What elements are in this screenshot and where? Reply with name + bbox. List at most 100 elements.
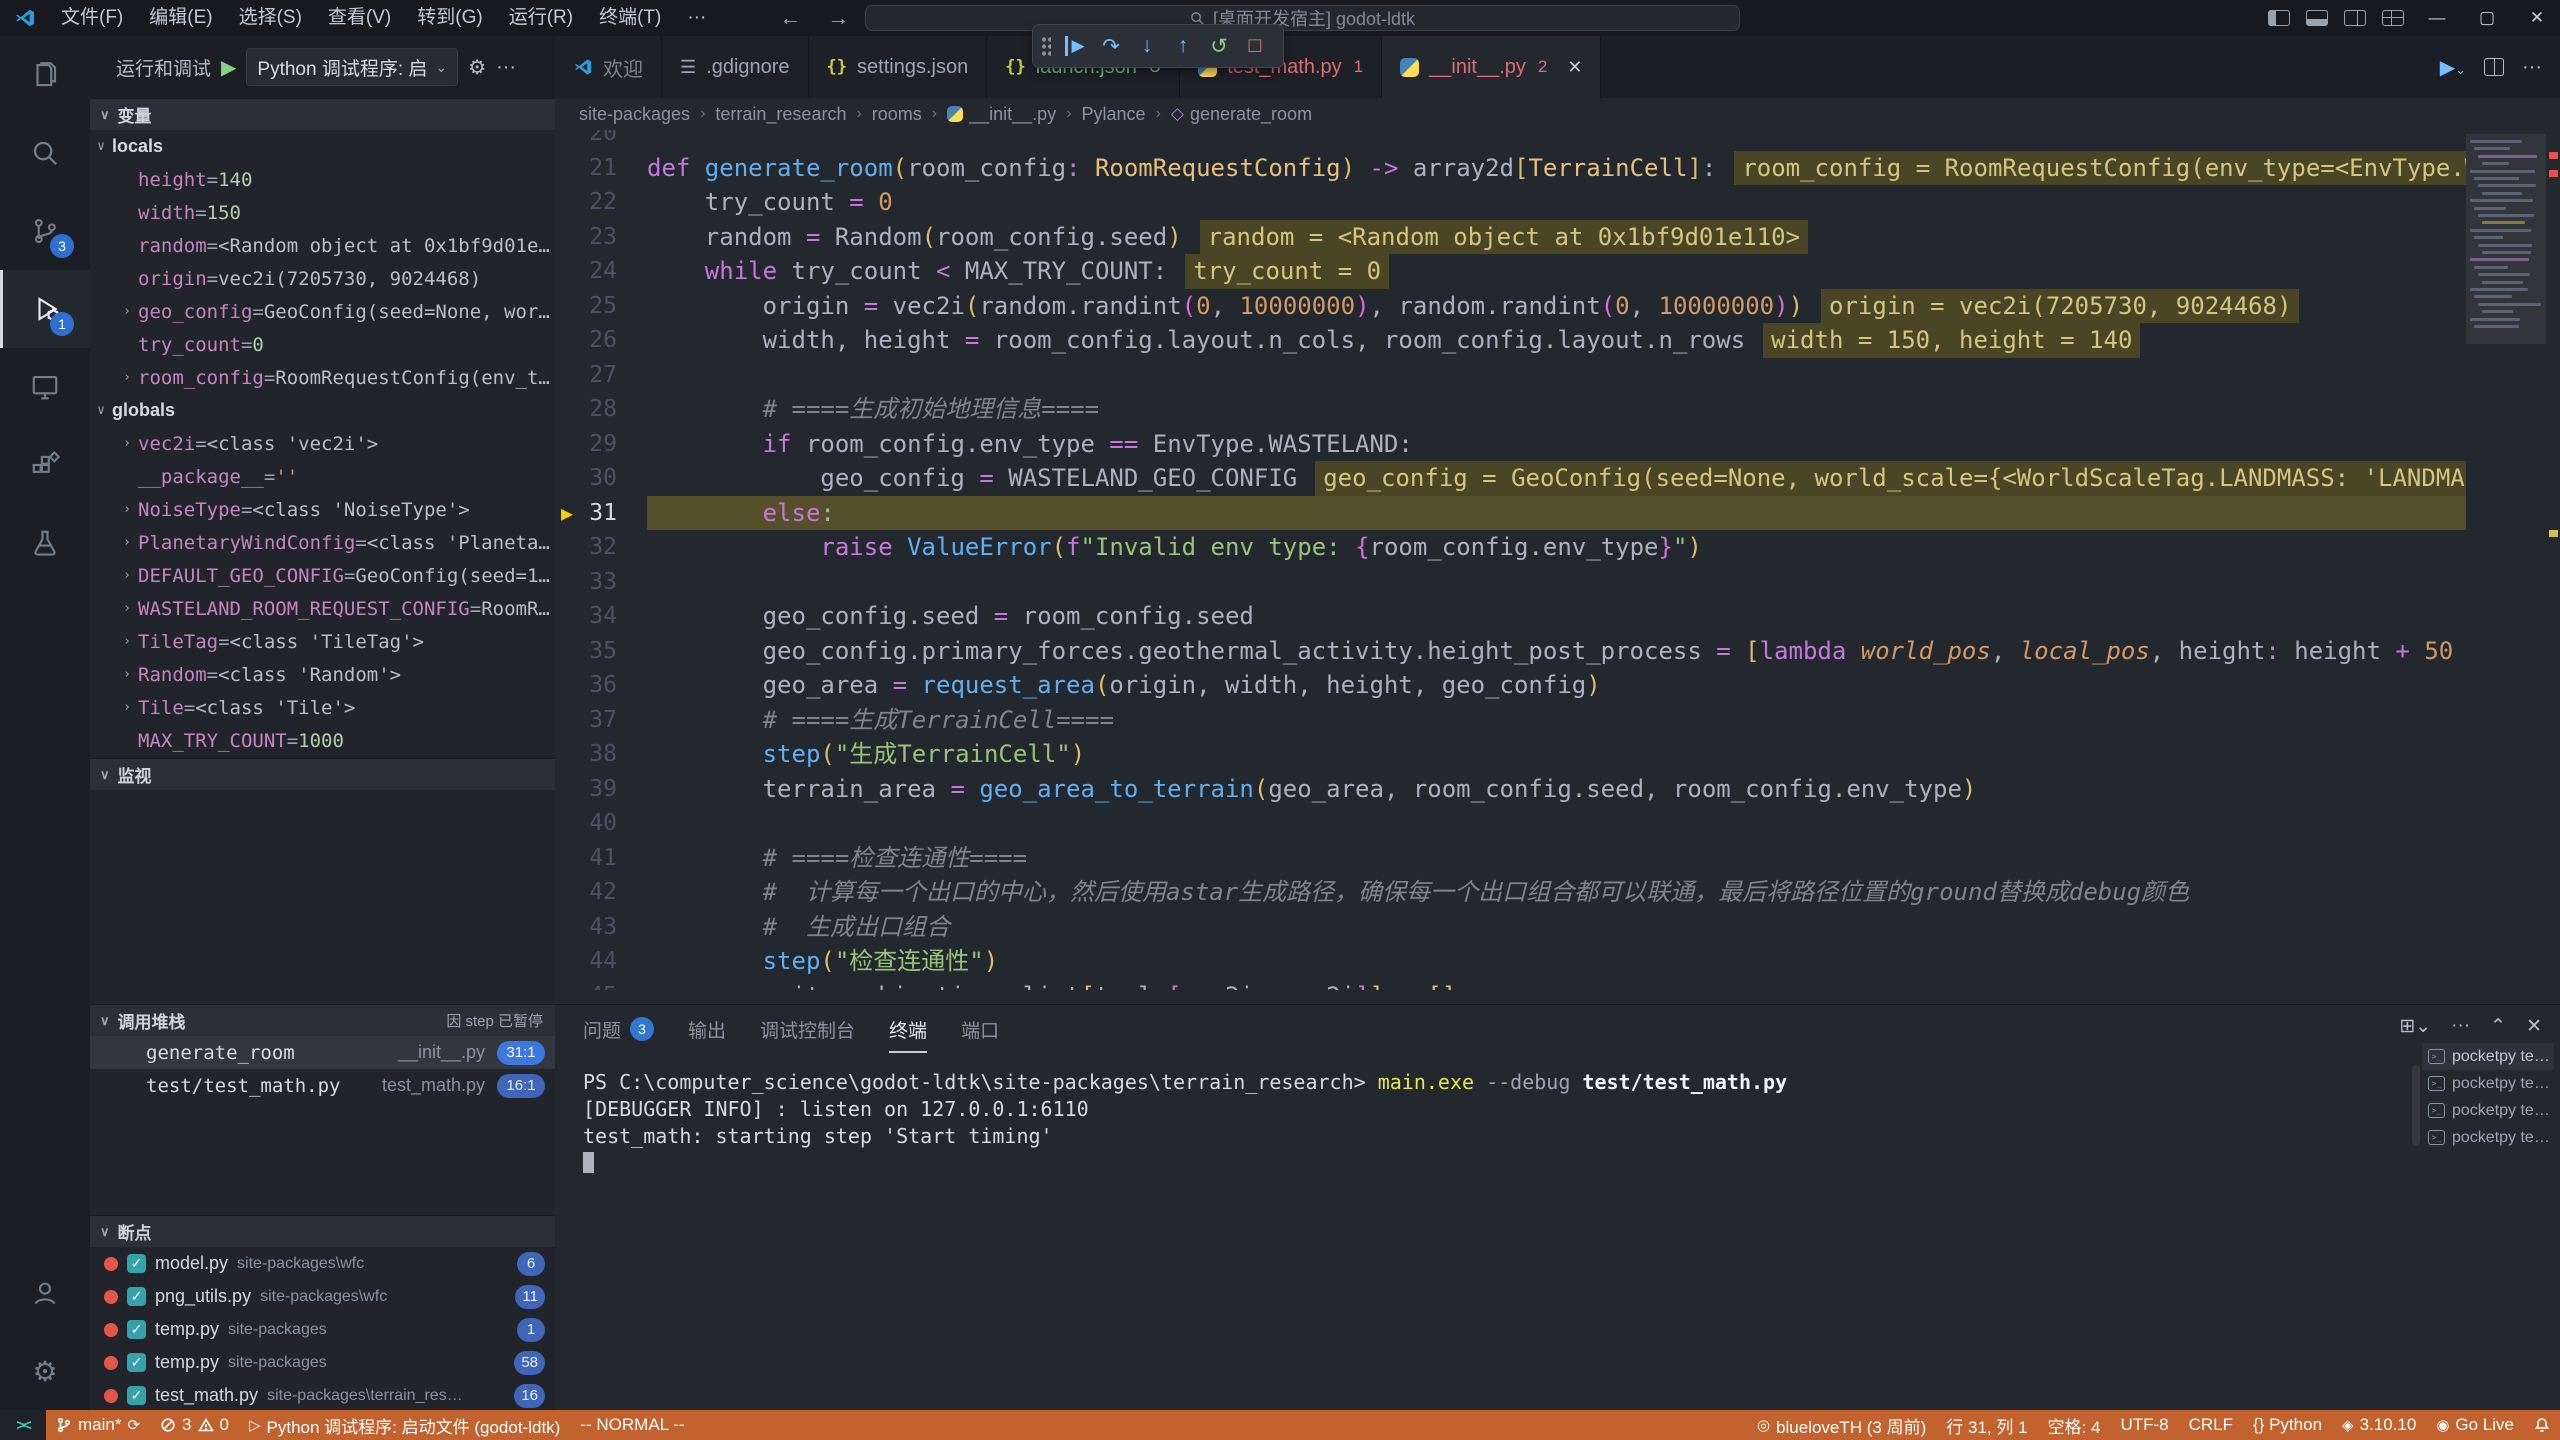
continue-button[interactable]: ▶ bbox=[1059, 30, 1091, 62]
command-center-search[interactable]: [桌面开发宿主] godot-ldtk bbox=[865, 5, 1740, 31]
debug-settings-gear-icon[interactable]: ⚙ bbox=[468, 55, 486, 80]
callstack-frame[interactable]: test/test_math.pytest_math.py16:1 bbox=[90, 1069, 555, 1102]
line-number[interactable]: 45 bbox=[555, 979, 647, 991]
tab-close-icon[interactable]: ✕ bbox=[1567, 57, 1582, 78]
minimap[interactable] bbox=[2466, 130, 2546, 1004]
variables-section-header[interactable]: ∨ 变量 bbox=[90, 98, 555, 130]
breakpoint-checkbox[interactable]: ✓ bbox=[127, 1254, 146, 1273]
stop-button[interactable]: □ bbox=[1239, 30, 1271, 62]
toggle-panel-icon[interactable] bbox=[2306, 10, 2328, 26]
terminal-instance[interactable]: >_pocketpy te… bbox=[2422, 1097, 2554, 1124]
status--4[interactable]: 空格: 4 bbox=[2038, 1410, 2111, 1440]
status-blueloveth-3-[interactable]: ◎blueloveTH (3 周前) bbox=[1747, 1410, 1936, 1440]
code-line-20[interactable]: 20 bbox=[555, 130, 2480, 151]
code-line-22[interactable]: 22 try_count = 0 bbox=[555, 185, 2480, 220]
menu-item-运行R[interactable]: 运行(R) bbox=[496, 0, 586, 36]
line-number[interactable]: 20 bbox=[555, 130, 647, 151]
line-number[interactable]: 26 bbox=[555, 323, 647, 358]
close-panel-icon[interactable]: ✕ bbox=[2526, 1015, 2542, 1038]
terminal-output[interactable]: PS C:\computer_science\godot-ldtk\site-p… bbox=[583, 1069, 2410, 1402]
line-number[interactable]: 40 bbox=[555, 806, 647, 841]
restart-button[interactable]: ↺ bbox=[1203, 30, 1235, 62]
terminal-instance[interactable]: >_pocketpy te… bbox=[2422, 1043, 2554, 1070]
debug-session-item[interactable]: ▷ Python 调试程序: 启动文件 (godot-ldtk) bbox=[239, 1410, 570, 1440]
code-line-44[interactable]: 44 step("检查连通性") bbox=[555, 944, 2480, 979]
menu-item-选择S[interactable]: 选择(S) bbox=[226, 0, 315, 36]
activity-run-debug-icon[interactable]: 1 bbox=[0, 270, 90, 348]
toggle-secondary-sidebar-icon[interactable] bbox=[2344, 10, 2366, 26]
line-number[interactable]: 35 bbox=[555, 634, 647, 669]
terminal-instance[interactable]: >_pocketpy te… bbox=[2422, 1070, 2554, 1097]
line-number[interactable]: 37 bbox=[555, 703, 647, 738]
code-line-33[interactable]: 33 bbox=[555, 565, 2480, 600]
variable-row[interactable]: ›TileTag = <class 'TileTag'> bbox=[90, 625, 555, 658]
variable-row[interactable]: try_count = 0 bbox=[90, 328, 555, 361]
panel-tab-输出[interactable]: 输出 bbox=[688, 1005, 726, 1053]
variable-row[interactable]: ›Tile = <class 'Tile'> bbox=[90, 691, 555, 724]
variable-row[interactable]: ›vec2i = <class 'vec2i'> bbox=[90, 427, 555, 460]
menu-item-编辑E[interactable]: 编辑(E) bbox=[136, 0, 225, 36]
variable-row[interactable]: MAX_TRY_COUNT = 1000 bbox=[90, 724, 555, 757]
breakpoint-checkbox[interactable]: ✓ bbox=[127, 1320, 146, 1339]
code-line-43[interactable]: 43 # 生成出口组合 bbox=[555, 910, 2480, 945]
problems-item[interactable]: 3 0 bbox=[150, 1410, 239, 1440]
watch-section-header[interactable]: ∨ 监视 bbox=[90, 758, 555, 790]
activity-remote-explorer-icon[interactable] bbox=[0, 348, 90, 426]
code-line-39[interactable]: 39 terrain_area = geo_area_to_terrain(ge… bbox=[555, 772, 2480, 807]
status-bell[interactable] bbox=[2524, 1410, 2560, 1440]
line-number[interactable]: 24 bbox=[555, 254, 647, 289]
variable-row[interactable]: ›room_config = RoomRequestConfig(env_t… bbox=[90, 361, 555, 394]
split-terminal-icon[interactable]: ⊞⌄ bbox=[2399, 1015, 2431, 1038]
breadcrumb-item-__init__-py[interactable]: __init__.py bbox=[947, 104, 1056, 125]
start-debug-icon[interactable]: ▶ bbox=[221, 55, 236, 80]
code-line-38[interactable]: 38 step("生成TerrainCell") bbox=[555, 737, 2480, 772]
code-line-45[interactable]: 45 exit_combinations:list[tuple[vec2i, v… bbox=[555, 979, 2480, 991]
code-line-42[interactable]: 42 # 计算每一个出口的中心，然后使用astar生成路径，确保每一个出口组合都… bbox=[555, 875, 2480, 910]
remote-indicator[interactable]: >< bbox=[0, 1410, 46, 1440]
minimize-button[interactable]: — bbox=[2414, 0, 2460, 36]
maximize-button[interactable]: ▢ bbox=[2464, 0, 2510, 36]
panel-tab-终端[interactable]: 终端 bbox=[889, 1005, 927, 1053]
variable-row[interactable]: ›Random = <class 'Random'> bbox=[90, 658, 555, 691]
variable-row[interactable]: ›WASTELAND_ROOM_REQUEST_CONFIG = RoomR… bbox=[90, 592, 555, 625]
line-number[interactable]: 29 bbox=[555, 427, 647, 462]
line-number[interactable]: 30 bbox=[555, 461, 647, 496]
menu-item-查看V[interactable]: 查看(V) bbox=[315, 0, 404, 36]
variable-row[interactable]: origin = vec2i(7205730, 9024468) bbox=[90, 262, 555, 295]
tab--gdignore[interactable]: ☰.gdignore bbox=[662, 36, 809, 98]
tab-__init__-py[interactable]: __init__.py2✕ bbox=[1382, 36, 1601, 98]
code-line-25[interactable]: 25 origin = vec2i(random.randint(0, 1000… bbox=[555, 289, 2480, 324]
activity-extensions-icon[interactable] bbox=[0, 426, 90, 504]
line-number[interactable]: 27 bbox=[555, 358, 647, 393]
activity-test-beaker-icon[interactable] bbox=[0, 504, 90, 582]
code-line-24[interactable]: 24 while try_count < MAX_TRY_COUNT:try_c… bbox=[555, 254, 2480, 289]
code-line-23[interactable]: 23 random = Random(room_config.seed)rand… bbox=[555, 220, 2480, 255]
activity-explorer-icon[interactable] bbox=[0, 36, 90, 114]
close-button[interactable]: ✕ bbox=[2514, 0, 2560, 36]
activity-settings-gear-icon[interactable]: ⚙ bbox=[0, 1332, 90, 1410]
breakpoint-checkbox[interactable]: ✓ bbox=[127, 1386, 146, 1405]
line-number[interactable]: 36 bbox=[555, 668, 647, 703]
line-number[interactable]: 33 bbox=[555, 565, 647, 600]
activity-search-icon[interactable] bbox=[0, 114, 90, 192]
breadcrumb-item-site-packages[interactable]: site-packages bbox=[579, 104, 690, 125]
code-line-21[interactable]: 21def generate_room(room_config: RoomReq… bbox=[555, 151, 2480, 186]
menu-item-文件F[interactable]: 文件(F) bbox=[48, 0, 136, 36]
run-python-file-icon[interactable]: ▶⌄ bbox=[2440, 55, 2466, 80]
line-number[interactable]: 25 bbox=[555, 289, 647, 324]
split-editor-icon[interactable] bbox=[2484, 58, 2504, 76]
callstack-frame[interactable]: generate_room__init__.py31:1 bbox=[90, 1036, 555, 1069]
tab-欢迎[interactable]: 欢迎 bbox=[555, 36, 662, 98]
line-number[interactable]: 38 bbox=[555, 737, 647, 772]
breadcrumb-item-Pylance[interactable]: Pylance bbox=[1082, 104, 1146, 125]
panel-tab-端口[interactable]: 端口 bbox=[961, 1005, 999, 1053]
panel-tab-问题[interactable]: 问题3 bbox=[583, 1005, 654, 1053]
toolbar-drag-handle[interactable] bbox=[1041, 36, 1051, 56]
breakpoint-row[interactable]: ✓test_math.pysite-packages\terrain_res…1… bbox=[90, 1379, 555, 1410]
code-line-32[interactable]: 32 raise ValueError(f"Invalid env type: … bbox=[555, 530, 2480, 565]
tab-settings-json[interactable]: {}settings.json bbox=[809, 36, 988, 98]
line-number[interactable]: 28 bbox=[555, 392, 647, 427]
code-line-27[interactable]: 27 bbox=[555, 358, 2480, 393]
menu-item-转到G[interactable]: 转到(G) bbox=[404, 0, 495, 36]
breadcrumb-item-generate_room[interactable]: ◇generate_room bbox=[1171, 104, 1312, 125]
